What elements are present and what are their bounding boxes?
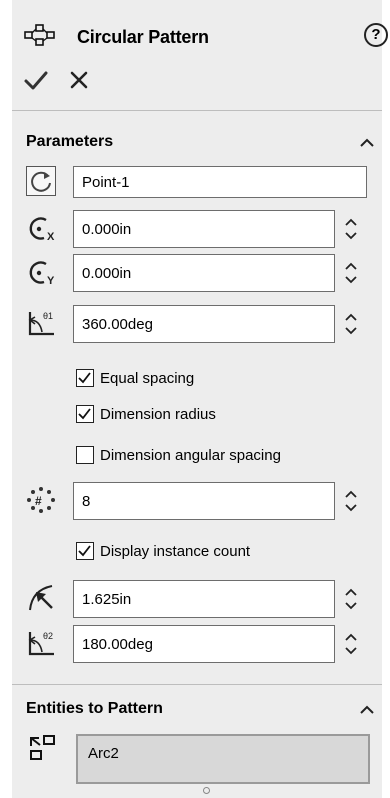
svg-text:θ1: θ1: [43, 311, 53, 321]
section-divider: [12, 684, 382, 685]
dimension-radius-label: Dimension radius: [100, 405, 216, 423]
checkmark-icon: [78, 545, 91, 557]
reverse-direction-button[interactable]: [26, 166, 56, 196]
reference-axis-value: Point-1: [82, 173, 130, 191]
cancel-button[interactable]: [68, 70, 90, 90]
angle2-value: 180.00deg: [82, 635, 153, 653]
center-x-spinner[interactable]: [341, 209, 361, 249]
svg-text:X: X: [47, 231, 55, 243]
circular-pattern-icon: [23, 23, 57, 49]
dimension-angular-spacing-box: [76, 446, 94, 464]
equal-spacing-checkbox[interactable]: Equal spacing: [76, 369, 194, 387]
entities-list[interactable]: Arc2: [76, 734, 370, 784]
svg-text:Y: Y: [47, 275, 55, 287]
equal-spacing-label: Equal spacing: [100, 369, 195, 387]
display-instance-count-box: [76, 542, 94, 560]
angle-spinner[interactable]: [341, 304, 361, 344]
header-divider: [12, 110, 382, 111]
entities-icon: [28, 733, 58, 763]
angle-field[interactable]: 360.00deg: [73, 305, 335, 343]
parameters-collapse-toggle[interactable]: [360, 135, 374, 153]
svg-text:θ2: θ2: [43, 631, 53, 641]
instances-field[interactable]: 8: [73, 482, 335, 520]
center-x-value: 0.000in: [82, 220, 132, 238]
display-instance-count-checkbox[interactable]: Display instance count: [76, 542, 250, 560]
entities-collapse-toggle[interactable]: [360, 702, 374, 720]
angle2-field[interactable]: 180.00deg: [73, 625, 335, 663]
angle-icon: θ1: [26, 308, 60, 340]
instances-value: 8: [82, 492, 91, 510]
center-y-field[interactable]: 0.000in: [73, 254, 335, 292]
entities-section-title: Entities to Pattern: [26, 700, 163, 717]
radius-spinner[interactable]: [341, 579, 361, 619]
list-item[interactable]: Arc2: [88, 745, 358, 762]
angle2-icon: θ2: [26, 628, 60, 660]
dimension-radius-checkbox[interactable]: Dimension radius: [76, 405, 216, 423]
chevron-up-icon: [360, 138, 374, 147]
resize-handle[interactable]: [203, 787, 210, 794]
equal-spacing-box: [76, 369, 94, 387]
panel-title: Circular Pattern: [77, 27, 209, 47]
center-y-spinner[interactable]: [341, 253, 361, 293]
x-icon: [70, 71, 88, 89]
center-y-value: 0.000in: [82, 264, 132, 282]
dimension-angular-spacing-label: Dimension angular spacing: [100, 446, 281, 464]
property-manager-panel: Circular Pattern ? Parameters Point-1 X: [12, 0, 388, 798]
center-x-field[interactable]: 0.000in: [73, 210, 335, 248]
checkmark-icon: [78, 372, 91, 384]
instances-icon: #: [24, 484, 58, 516]
display-instance-count-label: Display instance count: [100, 542, 251, 560]
angle2-spinner[interactable]: [341, 624, 361, 664]
dimension-radius-box: [76, 405, 94, 423]
angle-value: 360.00deg: [82, 315, 153, 333]
radius-field[interactable]: 1.625in: [73, 580, 335, 618]
checkmark-icon: [24, 71, 48, 90]
center-x-icon: X: [26, 214, 60, 244]
reference-axis-field[interactable]: Point-1: [73, 166, 367, 198]
ok-button[interactable]: [23, 68, 49, 92]
reverse-direction-icon: [31, 171, 51, 192]
help-button[interactable]: ?: [364, 23, 388, 47]
dimension-angular-spacing-checkbox[interactable]: Dimension angular spacing: [76, 446, 281, 464]
instances-spinner[interactable]: [341, 481, 361, 521]
svg-text:#: #: [35, 494, 42, 508]
chevron-up-icon: [360, 705, 374, 714]
radius-icon: [26, 582, 58, 614]
checkmark-icon: [78, 408, 91, 420]
parameters-section-title: Parameters: [26, 133, 114, 150]
radius-value: 1.625in: [82, 590, 132, 608]
center-y-icon: Y: [26, 258, 60, 288]
